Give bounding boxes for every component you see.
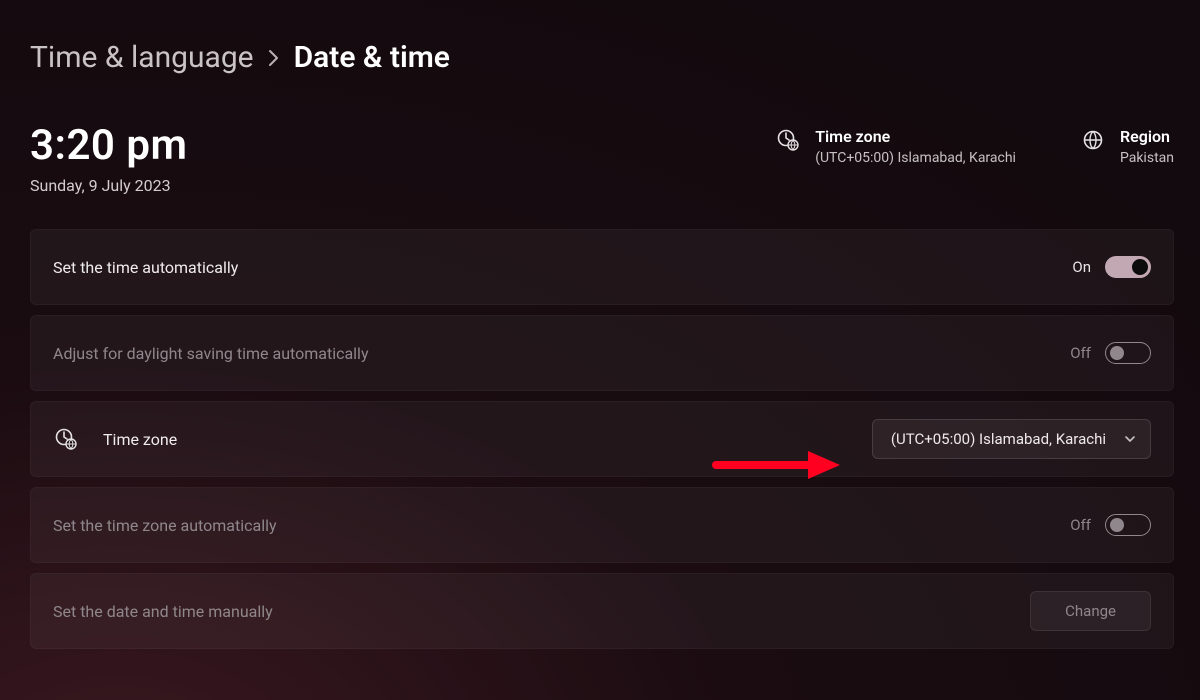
row-auto-time: Set the time automatically On <box>30 229 1174 305</box>
row-auto-timezone-state: Off <box>1070 516 1091 534</box>
row-timezone-label: Time zone <box>103 430 177 449</box>
region-info[interactable]: Region Pakistan <box>1080 121 1174 166</box>
timezone-dropdown-value: (UTC+05:00) Islamabad, Karachi <box>891 430 1106 448</box>
toggle-auto-timezone <box>1105 514 1151 536</box>
row-auto-time-label: Set the time automatically <box>53 258 238 277</box>
row-dst: Adjust for daylight saving time automati… <box>30 315 1174 391</box>
clock-globe-icon <box>53 426 79 452</box>
clock-globe-icon <box>775 127 801 153</box>
globe-icon <box>1080 127 1106 153</box>
chevron-right-icon <box>268 49 280 67</box>
breadcrumb-current: Date & time <box>294 40 450 75</box>
row-timezone: Time zone (UTC+05:00) Islamabad, Karachi <box>30 401 1174 477</box>
row-manual-datetime: Set the date and time manually Change <box>30 573 1174 649</box>
breadcrumb-parent[interactable]: Time & language <box>30 40 254 75</box>
row-auto-timezone-label: Set the time zone automatically <box>53 516 277 535</box>
timezone-info-value: (UTC+05:00) Islamabad, Karachi <box>815 150 1016 166</box>
region-info-value: Pakistan <box>1120 150 1174 166</box>
current-date: Sunday, 9 July 2023 <box>30 176 187 195</box>
row-dst-label: Adjust for daylight saving time automati… <box>53 344 369 363</box>
row-manual-label: Set the date and time manually <box>53 602 273 621</box>
breadcrumb: Time & language Date & time <box>30 40 1174 75</box>
region-info-title: Region <box>1120 127 1174 146</box>
toggle-dst <box>1105 342 1151 364</box>
row-auto-timezone: Set the time zone automatically Off <box>30 487 1174 563</box>
change-button[interactable]: Change <box>1030 591 1151 631</box>
chevron-down-icon <box>1124 433 1136 445</box>
timezone-dropdown[interactable]: (UTC+05:00) Islamabad, Karachi <box>872 419 1151 459</box>
current-time: 3:20 pm <box>30 121 187 170</box>
row-auto-time-state: On <box>1072 258 1091 276</box>
settings-list: Set the time automatically On Adjust for… <box>30 229 1174 649</box>
row-dst-state: Off <box>1070 344 1091 362</box>
clock-block: 3:20 pm Sunday, 9 July 2023 <box>30 121 187 195</box>
timezone-info[interactable]: Time zone (UTC+05:00) Islamabad, Karachi <box>775 121 1016 166</box>
timezone-info-title: Time zone <box>815 127 1016 146</box>
toggle-auto-time[interactable] <box>1105 256 1151 278</box>
